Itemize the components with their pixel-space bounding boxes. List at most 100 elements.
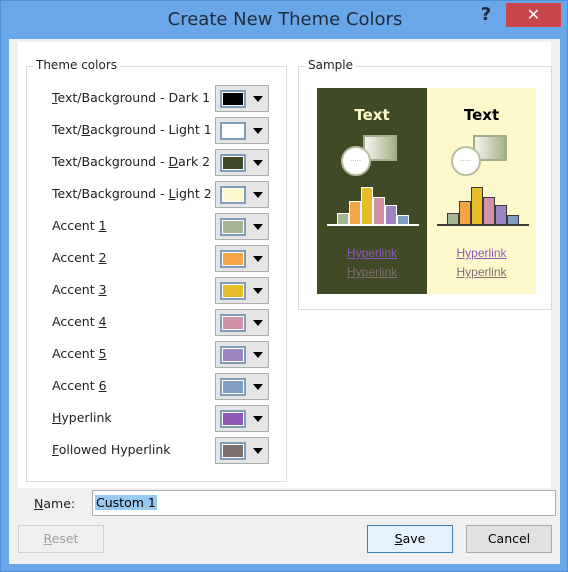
sample-chart-bar: [495, 205, 507, 225]
close-icon: ✕: [526, 5, 541, 24]
sample-legend: Sample: [305, 58, 356, 72]
sample-chart-baseline: [327, 224, 419, 226]
sample-chart-bar: [459, 201, 471, 225]
color-swatch: [220, 154, 246, 172]
theme-color-row: Accent 6: [52, 373, 272, 400]
chevron-down-icon: [253, 224, 263, 230]
chevron-down-icon: [253, 384, 263, 390]
color-swatch: [220, 218, 246, 236]
color-swatch: [220, 410, 246, 428]
sample-light-chart: [437, 184, 529, 226]
chevron-down-icon: [253, 160, 263, 166]
theme-color-label: Text/Background - Light 1: [52, 122, 212, 137]
color-picker-dropdown[interactable]: [215, 117, 269, 144]
chevron-down-icon: [253, 128, 263, 134]
theme-color-label: Followed Hyperlink: [52, 442, 171, 457]
name-label: Name:: [34, 496, 76, 511]
color-picker-dropdown[interactable]: [215, 245, 269, 272]
chevron-down-icon: [253, 288, 263, 294]
sample-chart-bar: [385, 205, 397, 225]
theme-color-label: Accent 2: [52, 250, 107, 265]
color-picker-dropdown[interactable]: [215, 437, 269, 464]
sample-dark-text: Text: [354, 106, 390, 124]
chevron-down-icon: [253, 352, 263, 358]
color-swatch: [220, 282, 246, 300]
theme-color-label: Accent 5: [52, 346, 107, 361]
theme-color-row: Accent 2: [52, 245, 272, 272]
color-swatch: [220, 442, 246, 460]
color-swatch: [220, 314, 246, 332]
theme-color-row: Accent 4: [52, 309, 272, 336]
color-picker-dropdown[interactable]: [215, 85, 269, 112]
sample-chart-bar: [373, 197, 385, 225]
circle-text: ·····: [350, 157, 362, 165]
chevron-down-icon: [253, 256, 263, 262]
color-picker-dropdown[interactable]: [215, 213, 269, 240]
sample-circle-shape: ·····: [451, 146, 481, 176]
theme-color-row: Followed Hyperlink: [52, 437, 272, 464]
sample-preview: Text ····· Hyperlink Hyperlink Text ····…: [317, 88, 536, 294]
name-input[interactable]: Custom 1: [92, 490, 556, 516]
name-input-value: Custom 1: [95, 495, 157, 510]
theme-color-label: Accent 6: [52, 378, 107, 393]
color-picker-dropdown[interactable]: [215, 309, 269, 336]
save-button[interactable]: Save: [367, 525, 453, 553]
color-picker-dropdown[interactable]: [215, 149, 269, 176]
chevron-down-icon: [253, 192, 263, 198]
theme-color-label: Text/Background - Dark 2: [52, 154, 211, 169]
theme-color-row: Accent 1: [52, 213, 272, 240]
theme-color-row: Accent 5: [52, 341, 272, 368]
color-picker-dropdown[interactable]: [215, 181, 269, 208]
theme-color-row: Text/Background - Dark 1: [52, 85, 272, 112]
cancel-button[interactable]: Cancel: [466, 525, 552, 553]
circle-text: ·····: [460, 157, 472, 165]
theme-colors-legend: Theme colors: [33, 58, 121, 72]
theme-color-row: Text/Background - Dark 2: [52, 149, 272, 176]
theme-color-row: Accent 3: [52, 277, 272, 304]
chevron-down-icon: [253, 320, 263, 326]
color-swatch: [220, 122, 246, 140]
sample-chart-bar: [361, 187, 373, 225]
color-swatch: [220, 186, 246, 204]
theme-color-label: Accent 3: [52, 282, 107, 297]
sample-dark-half: Text ····· Hyperlink Hyperlink: [317, 88, 427, 294]
theme-color-row: Text/Background - Light 2: [52, 181, 272, 208]
color-picker-dropdown[interactable]: [215, 405, 269, 432]
help-button[interactable]: ?: [474, 3, 498, 27]
sample-chart-baseline: [437, 224, 529, 226]
sample-chart-bar: [349, 201, 361, 225]
theme-color-label: Accent 4: [52, 314, 107, 329]
sample-dark-hyperlink: Hyperlink: [346, 246, 397, 260]
color-swatch: [220, 378, 246, 396]
sample-dark-followed-hyperlink: Hyperlink: [346, 265, 397, 279]
theme-colors-group: Theme colors Text/Background - Dark 1 Tex…: [26, 58, 287, 482]
theme-color-label: Text/Background - Light 2: [52, 186, 212, 201]
color-picker-dropdown[interactable]: [215, 373, 269, 400]
chevron-down-icon: [253, 416, 263, 422]
title-bar: Create New Theme Colors ? ✕: [1, 1, 568, 39]
color-swatch: [220, 90, 246, 108]
theme-color-label: Text/Background - Dark 1: [52, 90, 211, 105]
color-swatch: [220, 346, 246, 364]
chevron-down-icon: [253, 448, 263, 454]
sample-chart-bar: [471, 187, 483, 225]
color-picker-dropdown[interactable]: [215, 277, 269, 304]
theme-color-label: Accent 1: [52, 218, 107, 233]
theme-color-row: Hyperlink: [52, 405, 272, 432]
theme-color-label: Hyperlink: [52, 410, 112, 425]
sample-light-half: Text ····· Hyperlink Hyperlink: [427, 88, 536, 294]
chevron-down-icon: [253, 96, 263, 102]
sample-light-followed-hyperlink: Hyperlink: [456, 265, 507, 279]
sample-circle-shape: ·····: [341, 146, 371, 176]
color-picker-dropdown[interactable]: [215, 341, 269, 368]
reset-button[interactable]: Reset: [18, 525, 104, 553]
theme-color-row: Text/Background - Light 1: [52, 117, 272, 144]
sample-chart-bar: [483, 197, 495, 225]
sample-light-text: Text: [463, 106, 500, 124]
dialog-window: Create New Theme Colors ? ✕ Theme colors…: [0, 0, 568, 572]
sample-light-hyperlink: Hyperlink: [456, 246, 507, 260]
color-swatch: [220, 250, 246, 268]
close-button[interactable]: ✕: [506, 3, 561, 27]
dialog-body: Theme colors Text/Background - Dark 1 Tex…: [9, 39, 560, 564]
sample-group: Sample Text ····· Hyperlink Hyperlink Te…: [298, 58, 552, 310]
